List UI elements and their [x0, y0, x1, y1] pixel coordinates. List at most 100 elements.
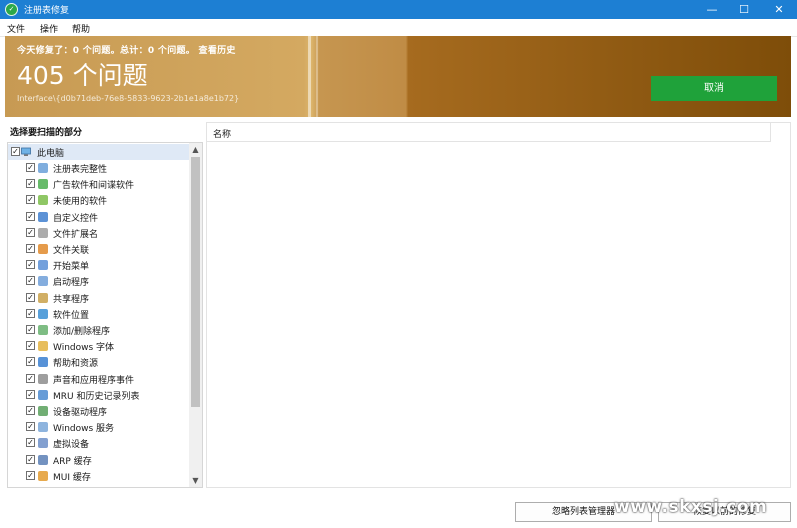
tree-item-checkbox[interactable]: ✓ [26, 389, 35, 399]
scroll-up-arrow-icon[interactable]: ▲ [189, 143, 202, 156]
tree-item-checkbox[interactable]: ✓ [26, 260, 35, 270]
tree-item[interactable]: ✓ 文件关联 [8, 241, 189, 257]
tree-item[interactable]: ✓ 添加/删除程序 [8, 322, 189, 338]
tree-item[interactable]: ✓ 开始菜单 [8, 257, 189, 273]
tree-item[interactable]: ✓ 未使用的软件 [8, 192, 189, 208]
tree-item-label: 帮助和资源 [53, 359, 99, 370]
tree-item-checkbox[interactable]: ✓ [26, 227, 35, 237]
tree-item-label: 设备驱动程序 [53, 408, 108, 418]
tree-item-label: 声音和应用程序事件 [53, 375, 135, 386]
scan-section-tree: ✓ 此电脑 ✓ 注册表完整性 ✓ 广告软件和间谍软件 ✓ 未使用的软件 ✓ 自定义控件 ✓ 文件扩… [7, 142, 203, 488]
tree-item[interactable]: ✓ 声音和应用程序事件 [8, 371, 189, 387]
scan-sections-heading: 选择要扫描的部分 [10, 128, 83, 138]
menu-bar: 文件 操作 帮助 [0, 19, 797, 37]
help-icon [38, 357, 48, 368]
tree-item-label: 开始菜单 [53, 262, 90, 273]
tree-item[interactable]: ✓ MUI 缓存 [8, 468, 189, 484]
shared-icon [38, 292, 48, 303]
current-scan-item: Interface\{d0b71deb-76e8-5833-9623-2b1e1… [17, 94, 240, 103]
tree-item-label: MUI 缓存 [53, 472, 91, 483]
banner-stripe [316, 36, 318, 117]
tree-item[interactable]: ✓ 启动程序 [8, 273, 189, 289]
network-icon [38, 454, 48, 465]
minimize-button[interactable]: — [695, 0, 729, 19]
tree-item[interactable]: ✓ Windows 服务 [8, 419, 189, 435]
tree-item-label: Windows 字体 [53, 343, 115, 354]
tree-root-this-pc[interactable]: ✓ 此电脑 [8, 144, 189, 160]
tree-item-checkbox[interactable]: ✓ [26, 292, 35, 302]
registry-icon [38, 163, 48, 173]
file-association-icon [38, 244, 48, 254]
menu-file[interactable]: 文件 [7, 22, 25, 35]
tree-item-checkbox[interactable]: ✓ [26, 438, 35, 448]
tree-item-label: ARP 缓存 [53, 456, 92, 467]
tree-item-checkbox[interactable]: ✓ [26, 244, 35, 253]
tree-item-label: 启动程序 [53, 278, 90, 289]
tree-label: 此电脑 [37, 149, 65, 159]
tree-item-label: 软件位置 [53, 310, 90, 321]
tree-item-checkbox[interactable]: ✓ [26, 325, 35, 334]
tree-item-label: 注册表完整性 [53, 165, 108, 175]
tree-item-label: 自定义控件 [53, 213, 99, 224]
tree-item-checkbox[interactable]: ✓ [26, 422, 35, 432]
scroll-thumb[interactable] [191, 157, 200, 407]
tree-item-label: MRU 和历史记录列表 [53, 391, 140, 402]
tree-item-checkbox[interactable]: ✓ [26, 357, 35, 367]
tree-item-checkbox[interactable]: ✓ [26, 373, 35, 383]
file-icon [38, 227, 48, 238]
virtual-device-icon [38, 438, 48, 449]
tree-item-checkbox[interactable]: ✓ [26, 406, 35, 415]
tree-item-checkbox[interactable]: ✓ [26, 211, 35, 221]
cancel-button[interactable]: 取消 [651, 76, 777, 101]
tree-item-label: Windows 服务 [53, 424, 115, 435]
tree-item[interactable]: ✓ 帮助和资源 [8, 354, 189, 370]
results-list[interactable]: 名称 [206, 122, 791, 488]
computer-icon [21, 147, 31, 156]
tree-item-checkbox[interactable]: ✓ [26, 276, 35, 286]
menu-actions[interactable]: 操作 [40, 22, 58, 35]
close-button[interactable]: ✕ [762, 0, 796, 19]
issue-count: 405 个问题 [17, 61, 148, 90]
spyware-icon [38, 179, 48, 190]
scroll-down-arrow-icon[interactable]: ▼ [189, 474, 202, 487]
history-icon [38, 389, 48, 400]
maximize-button[interactable]: ☐ [727, 0, 761, 19]
tree-item[interactable]: ✓ 软件位置 [8, 306, 189, 322]
folder-icon [38, 308, 48, 319]
tree-item[interactable]: ✓ ARP 缓存 [8, 452, 189, 468]
tree-item-checkbox[interactable]: ✓ [26, 470, 35, 480]
tree-item-label: 添加/删除程序 [53, 327, 111, 337]
tree-item-checkbox[interactable]: ✓ [26, 308, 35, 318]
app-logo-icon: ✓ [5, 3, 18, 16]
window-title: 注册表修复 [24, 6, 70, 16]
tree-item[interactable]: ✓ 注册表完整性 [8, 160, 189, 176]
tree-item[interactable]: ✓ 自定义控件 [8, 209, 189, 225]
tree-item-label: 共享程序 [53, 294, 90, 305]
tree-item[interactable]: ✓ 共享程序 [8, 290, 189, 306]
tree-item-checkbox[interactable]: ✓ [26, 341, 35, 351]
root-checkbox[interactable]: ✓ [11, 147, 20, 156]
repair-stats: 今天修复了：0 个问题。总计：0 个问题。 查看历史 [17, 46, 236, 56]
tree-item-label: 未使用的软件 [53, 197, 108, 208]
tree-item[interactable]: ✓ 设备驱动程序 [8, 403, 189, 419]
menu-help[interactable]: 帮助 [72, 22, 90, 35]
tree-scrollbar[interactable]: ▲ ▼ [189, 143, 202, 487]
column-header-name[interactable]: 名称 [207, 123, 771, 142]
tree-item-checkbox[interactable]: ✓ [26, 163, 35, 172]
tree-item[interactable]: ✓ MRU 和历史记录列表 [8, 387, 189, 403]
tree-item[interactable]: ✓ 虚拟设备 [8, 435, 189, 451]
tree-item[interactable]: ✓ 文件扩展名 [8, 225, 189, 241]
tree-item-checkbox[interactable]: ✓ [26, 195, 35, 205]
driver-icon [38, 406, 48, 416]
tree-item-label: 文件扩展名 [53, 229, 99, 240]
tree-item-checkbox[interactable]: ✓ [26, 179, 35, 189]
tree-item-checkbox[interactable]: ✓ [26, 454, 35, 464]
tree-item[interactable]: ✓ Windows 字体 [8, 338, 189, 354]
column-name-label: 名称 [213, 130, 232, 140]
install-icon [38, 325, 48, 335]
scan-status-banner: 今天修复了：0 个问题。总计：0 个问题。 查看历史 405 个问题 Inter… [5, 36, 791, 117]
tree-item[interactable]: ✓ 广告软件和间谍软件 [8, 176, 189, 192]
trash-icon [38, 195, 48, 206]
service-icon [38, 422, 48, 433]
font-icon [38, 341, 48, 352]
